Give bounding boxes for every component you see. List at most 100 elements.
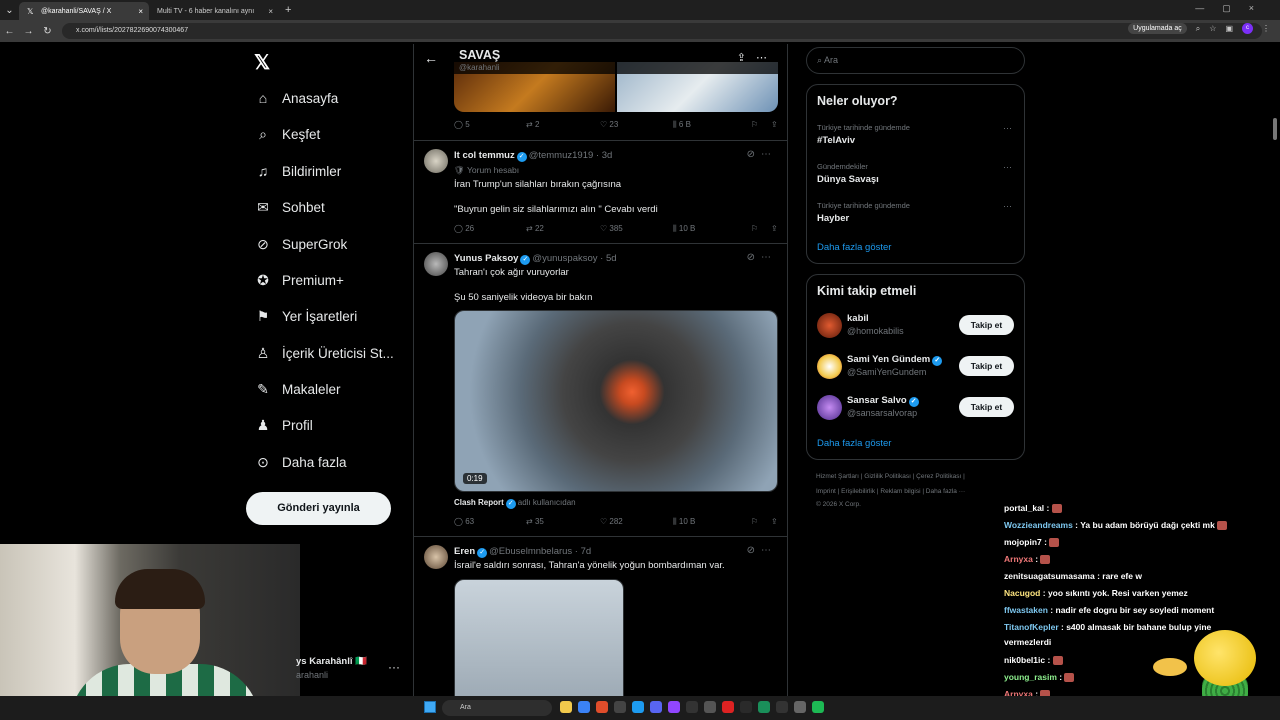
- windows-start-icon[interactable]: [424, 701, 436, 713]
- view-count[interactable]: ⫼ 6 B: [673, 120, 751, 130]
- post-button[interactable]: Gönderi yayınla: [246, 492, 391, 525]
- suggested-user-name[interactable]: Sami Yen Gündem ✓: [847, 354, 944, 366]
- close-tab-icon[interactable]: ×: [138, 7, 143, 16]
- trend-item[interactable]: Dünya Savaşı: [817, 174, 879, 185]
- tweet-video[interactable]: 0:19: [454, 310, 778, 492]
- reply-count[interactable]: ◯ 5: [454, 120, 526, 130]
- verified-badge-icon: ✓: [505, 499, 516, 509]
- retweet-count[interactable]: ⇄ 22: [526, 224, 600, 234]
- footer-links[interactable]: Imprint | Erişilebilirlik | Reklam bilgi…: [816, 488, 965, 495]
- chrome-icon: [596, 701, 608, 713]
- tweet[interactable]: Eren ✓ @Ebuselmnbelarus · 7d ⊘⋯ İsrail'e s…: [414, 536, 787, 696]
- avatar[interactable]: [424, 545, 448, 569]
- follow-button[interactable]: Takip et: [959, 397, 1014, 417]
- search-input[interactable]: ⌕ Ara: [806, 47, 1025, 74]
- extensions-icon[interactable]: ▣: [1225, 24, 1233, 33]
- tweet[interactable]: lt col temmuz ✓ @temmuz1919 · 3d ⊘⋯ 🛡 Yoru…: [414, 140, 787, 243]
- sidebar-item-more[interactable]: ⊙ Daha fazla: [254, 454, 346, 471]
- reply-count[interactable]: ◯ 63: [454, 517, 526, 527]
- taskbar-apps[interactable]: [560, 701, 824, 713]
- tweet-author[interactable]: Eren ✓ @Ebuselmnbelarus · 7d: [454, 546, 591, 558]
- avatar[interactable]: [817, 395, 842, 420]
- trend-item[interactable]: #TelAviv: [817, 135, 855, 146]
- like-count[interactable]: ♡ 23: [600, 120, 673, 130]
- sidebar-item-premium[interactable]: ✪ Premium+: [254, 272, 344, 289]
- retweet-count[interactable]: ⇄ 35: [526, 517, 600, 527]
- bookmark-icon[interactable]: ⚐: [751, 517, 771, 527]
- browser-tab-active[interactable]: 𝕏 @karahanli/SAVAŞ / X ×: [19, 2, 149, 20]
- view-count[interactable]: ⫼ 10 B: [673, 517, 751, 527]
- footer-links[interactable]: Hizmet Şartları | Gizlilik Politikası | …: [816, 473, 965, 480]
- grok-icon: ⊘: [257, 236, 269, 252]
- sidebar-item-articles[interactable]: ✎ Makaleler: [254, 381, 340, 398]
- sidebar-item-notifications[interactable]: ♫ Bildirimler: [254, 163, 342, 179]
- sidebar-item-profile[interactable]: ♟ Profil: [254, 417, 313, 434]
- video-source[interactable]: Clash Report ✓ adlı kullanıcıdan: [454, 498, 576, 509]
- sidebar-item-bookmarks[interactable]: ⚑ Yer İşaretleri: [254, 308, 358, 325]
- share-more-icons[interactable]: ⇪⋯: [737, 51, 777, 64]
- grok-more-icons[interactable]: ⊘⋯: [747, 149, 777, 160]
- share-icon[interactable]: ⇪: [771, 517, 778, 527]
- star-icon[interactable]: ☆: [1209, 24, 1216, 33]
- url-field[interactable]: x.com/i/lists/2027822690074300467: [62, 23, 1262, 39]
- chat-message: mojopin7 :: [1004, 537, 1060, 548]
- back-icon[interactable]: ←: [0, 26, 19, 37]
- sidebar-item-supergrok[interactable]: ⊘ SuperGrok: [254, 236, 347, 253]
- tweet-author[interactable]: lt col temmuz ✓ @temmuz1919 · 3d: [454, 150, 612, 162]
- window-controls[interactable]: —▢×: [1195, 3, 1272, 14]
- like-count[interactable]: ♡ 385: [600, 224, 673, 234]
- more-icon[interactable]: ···: [1003, 123, 1012, 133]
- account-more-icon[interactable]: ···: [388, 660, 400, 674]
- tweet[interactable]: Yunus Paksoy ✓ @yunuspaksoy · 5d ⊘⋯ Tahran…: [414, 243, 787, 536]
- forward-icon[interactable]: →: [19, 26, 38, 37]
- sidebar-item-explore[interactable]: ⌕ Keşfet: [254, 126, 320, 143]
- view-count[interactable]: ⫼ 10 B: [673, 224, 751, 234]
- tweet-author[interactable]: Yunus Paksoy ✓ @yunuspaksoy · 5d: [454, 253, 617, 265]
- avatar[interactable]: [817, 354, 842, 379]
- grok-more-icons[interactable]: ⊘⋯: [747, 252, 777, 263]
- profile-avatar[interactable]: c: [1242, 23, 1253, 34]
- chat-message: ffwastaken : nadir efe dogru bir sey soy…: [1004, 605, 1215, 615]
- more-icon[interactable]: ···: [1003, 201, 1012, 211]
- share-icon[interactable]: ⇪: [771, 224, 778, 234]
- more-icon[interactable]: ···: [1003, 162, 1012, 172]
- grok-more-icons[interactable]: ⊘⋯: [747, 545, 777, 556]
- close-tab-icon[interactable]: ×: [268, 7, 273, 16]
- account-name[interactable]: ys Karahânlî 🇮🇹: [296, 656, 367, 667]
- share-icon[interactable]: ⇪: [771, 120, 778, 130]
- new-tab-icon[interactable]: +: [285, 4, 291, 16]
- main-timeline[interactable]: ← SAVAŞ @karahanli ⇪⋯ ◯ 5 ⇄ 2 ♡ 23 ⫼ 6 B…: [413, 44, 788, 696]
- trend-context: Gündemdekiler: [817, 162, 868, 171]
- sidebar-item-chat[interactable]: ✉ Sohbet: [254, 199, 325, 216]
- bookmark-icon[interactable]: ⚐: [751, 224, 771, 234]
- sidebar-item-creator-studio[interactable]: ♙ İçerik Üreticisi St...: [254, 345, 394, 362]
- reload-icon[interactable]: ↻: [38, 26, 57, 37]
- suggested-user-name[interactable]: kabil: [847, 313, 869, 324]
- like-count[interactable]: ♡ 282: [600, 517, 673, 527]
- avatar[interactable]: [424, 149, 448, 173]
- tab-list-icon[interactable]: ⌄: [0, 5, 19, 16]
- video-duration: 0:19: [463, 473, 487, 484]
- avatar[interactable]: [817, 313, 842, 338]
- tweet-image[interactable]: [454, 579, 624, 696]
- follow-button[interactable]: Takip et: [959, 315, 1014, 335]
- trend-item[interactable]: Hayber: [817, 213, 849, 224]
- suggested-user-name[interactable]: Sansar Salvo ✓: [847, 395, 921, 407]
- reply-count[interactable]: ◯ 26: [454, 224, 526, 234]
- x-logo-icon[interactable]: 𝕏: [254, 50, 270, 75]
- show-more-link[interactable]: Daha fazla göster: [817, 438, 891, 449]
- menu-icon[interactable]: ⋮: [1262, 24, 1270, 33]
- bell-icon: ♫: [257, 163, 269, 179]
- open-in-app-button[interactable]: Uygulamada aç: [1128, 23, 1187, 34]
- bookmark-icon[interactable]: ⚐: [751, 120, 771, 130]
- zoom-icon[interactable]: ⌕: [1196, 24, 1200, 34]
- browser-tab[interactable]: Multi TV - 6 haber kanalını aynı ×: [149, 2, 279, 20]
- sidebar-item-home[interactable]: ⌂ Anasayfa: [254, 90, 339, 106]
- follow-button[interactable]: Takip et: [959, 356, 1014, 376]
- taskbar-search[interactable]: Ara: [442, 700, 552, 716]
- show-more-link[interactable]: Daha fazla göster: [817, 242, 891, 253]
- back-arrow-icon[interactable]: ←: [424, 50, 438, 66]
- avatar[interactable]: [424, 252, 448, 276]
- retweet-count[interactable]: ⇄ 2: [526, 120, 600, 130]
- scrollbar[interactable]: [1273, 118, 1277, 140]
